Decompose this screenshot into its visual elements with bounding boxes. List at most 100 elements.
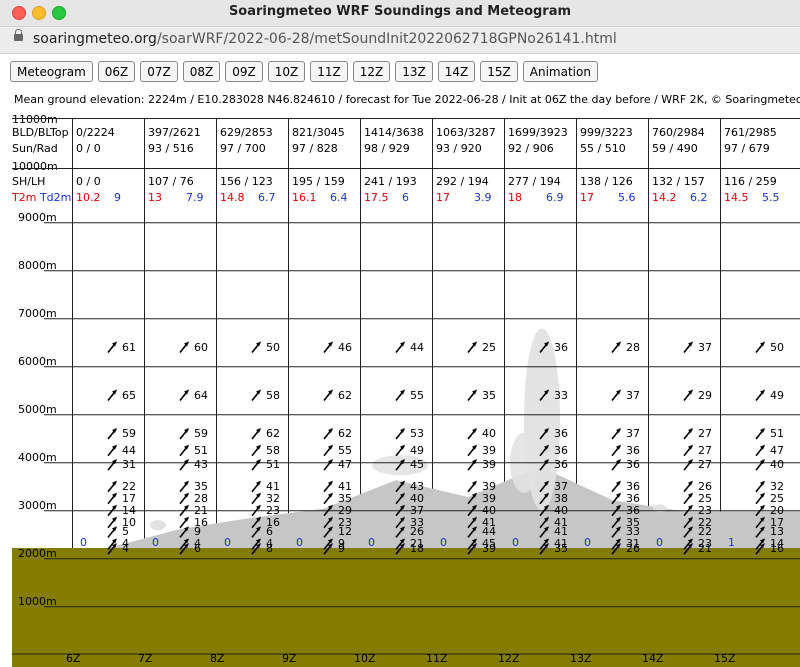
surface-wind-label: 0 <box>656 536 663 549</box>
y-axis-label: 3000m <box>18 498 57 512</box>
wind-speed-label: 49 <box>410 443 424 457</box>
wind-speed-label: 37 <box>626 388 640 402</box>
wind-speed-label: 4 <box>266 537 273 551</box>
wind-speed-label: 28 <box>194 491 208 505</box>
surface-wind-label: 1 <box>728 536 735 549</box>
wind-speed-label: 35 <box>194 479 208 493</box>
wind-speed-label: 47 <box>770 443 784 457</box>
wind-speed-label: 9 <box>338 537 345 551</box>
wind-speed-label: 44 <box>122 443 136 457</box>
wind-arrow <box>755 427 765 440</box>
wind-arrow <box>251 427 261 440</box>
address-bar[interactable]: soaringmeteo.org/soarWRF/2022-06-28/metS… <box>0 27 800 54</box>
wind-speed-label: 41 <box>482 515 496 529</box>
wind-speed-label: 40 <box>770 458 784 472</box>
wind-arrow <box>683 459 693 471</box>
wind-speed-label: 49 <box>770 388 784 402</box>
wind-speed-label: 27 <box>698 443 712 457</box>
wind-speed-label: 22 <box>698 515 712 529</box>
wind-arrow <box>179 389 189 402</box>
wind-speed-label: 39 <box>482 479 496 493</box>
wind-arrow <box>107 459 117 471</box>
wind-speed-label: 41 <box>266 479 280 493</box>
wind-speed-label: 62 <box>266 426 280 440</box>
wind-speed-label: 27 <box>698 458 712 472</box>
wind-arrow <box>755 389 765 402</box>
wind-arrow <box>611 341 621 354</box>
x-axis-label: 8Z <box>210 652 225 665</box>
wind-speed-label: 59 <box>194 426 208 440</box>
wind-speed-label: 25 <box>770 491 784 505</box>
wind-speed-label: 40 <box>554 503 568 517</box>
wind-arrow <box>107 480 117 493</box>
wind-arrow <box>467 480 477 493</box>
wind-arrow <box>683 427 693 440</box>
wind-speed-label: 41 <box>554 537 568 551</box>
wind-speed-label: 37 <box>626 426 640 440</box>
url-path: /soarWRF/2022-06-28/metSoundInit20220627… <box>156 31 617 47</box>
wind-arrow <box>179 492 189 505</box>
wind-arrow <box>395 444 405 457</box>
wind-speed-label: 4 <box>122 537 129 551</box>
wind-arrow <box>107 516 117 529</box>
wind-speed-label: 21 <box>410 537 424 551</box>
wind-speed-label: 29 <box>698 388 712 402</box>
wind-speed-label: 40 <box>482 426 496 440</box>
wind-speed-label: 50 <box>266 340 280 354</box>
window-titlebar: Soaringmeteo WRF Soundings and Meteogram <box>0 0 800 27</box>
wind-speed-label: 36 <box>554 340 568 354</box>
url-text[interactable]: soaringmeteo.org/soarWRF/2022-06-28/metS… <box>33 31 617 47</box>
wind-arrow <box>107 526 117 538</box>
wind-arrow <box>683 444 693 457</box>
wind-speed-label: 14 <box>122 503 136 517</box>
wind-speed-label: 37 <box>410 503 424 517</box>
x-axis-label: 10Z <box>354 652 376 665</box>
y-axis-label: 5000m <box>18 402 57 416</box>
wind-speed-label: 32 <box>266 491 280 505</box>
wind-arrow <box>323 427 333 440</box>
wind-arrow <box>323 444 333 457</box>
wind-speed-label: 39 <box>482 491 496 505</box>
wind-arrow <box>179 341 189 354</box>
wind-speed-label: 27 <box>698 426 712 440</box>
wind-arrow <box>179 480 189 493</box>
wind-speed-label: 36 <box>554 426 568 440</box>
wind-arrow <box>611 459 621 471</box>
wind-arrow <box>467 389 477 402</box>
wind-speed-label: 60 <box>194 340 208 354</box>
page-content: Meteogram 06Z 07Z 08Z 09Z 10Z 11Z 12Z 13Z 14Z 15Z A… <box>0 54 800 667</box>
wind-speed-label: 39 <box>482 443 496 457</box>
wind-arrow <box>467 444 477 457</box>
wind-speed-label: 10 <box>122 515 136 529</box>
wind-speed-label: 25 <box>698 491 712 505</box>
y-axis-label: 4000m <box>18 450 57 464</box>
wind-speed-label: 36 <box>626 503 640 517</box>
wind-arrow <box>467 341 477 354</box>
wind-arrow <box>251 480 261 493</box>
wind-speed-label: 26 <box>698 479 712 493</box>
wind-speed-label: 23 <box>698 503 712 517</box>
surface-wind-label: 0 <box>152 536 159 549</box>
wind-speed-label: 40 <box>482 503 496 517</box>
wind-speed-label: 37 <box>554 479 568 493</box>
meteogram-chart <box>12 222 800 667</box>
wind-speed-label: 64 <box>194 388 208 402</box>
wind-speed-label: 65 <box>122 388 136 402</box>
wind-arrow <box>611 389 621 402</box>
wind-arrow <box>611 480 621 493</box>
wind-speed-label: 37 <box>698 340 712 354</box>
wind-arrow <box>251 492 261 505</box>
y-axis-label: 7000m <box>18 306 57 320</box>
wind-speed-label: 29 <box>338 503 352 517</box>
wind-speed-label: 38 <box>554 491 568 505</box>
wind-speed-label: 16 <box>266 515 280 529</box>
wind-arrow <box>251 341 261 354</box>
wind-speed-label: 25 <box>482 340 496 354</box>
x-axis-label: 6Z <box>66 652 81 665</box>
wind-arrow <box>467 427 477 440</box>
wind-arrow <box>179 444 189 457</box>
wind-speed-label: 22 <box>122 479 136 493</box>
y-axis-label: 8000m <box>18 258 57 272</box>
x-axis-label: 7Z <box>138 652 153 665</box>
wind-arrow <box>323 492 333 505</box>
